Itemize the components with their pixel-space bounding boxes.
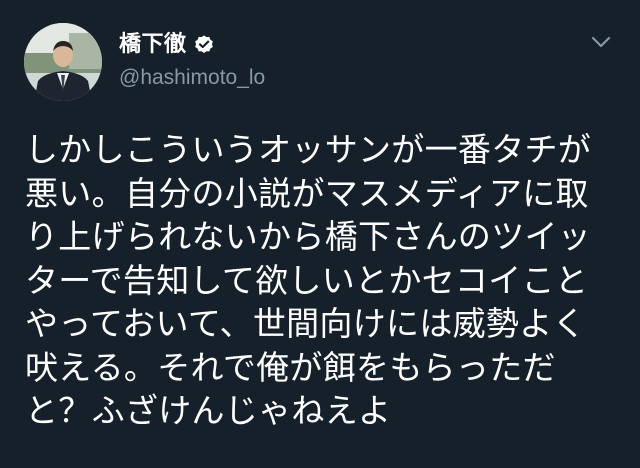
verified-badge-icon xyxy=(194,35,213,53)
author-handle[interactable]: @hashimoto_lo xyxy=(119,64,265,92)
avatar[interactable] xyxy=(24,23,102,101)
tweet-card: 橋下徹 @hashimoto_lo しかしこういうオッサンが一番タチが 悪い。自… xyxy=(0,0,640,468)
avatar-image xyxy=(24,23,102,101)
tweet-text: しかしこういうオッサンが一番タチが 悪い。自分の小説がマスメディアに取 り上げら… xyxy=(25,130,592,430)
author-display-name[interactable]: 橋下徹 xyxy=(119,30,187,60)
author-name-row[interactable]: 橋下徹 xyxy=(119,30,215,60)
chevron-down-icon[interactable] xyxy=(590,33,612,51)
